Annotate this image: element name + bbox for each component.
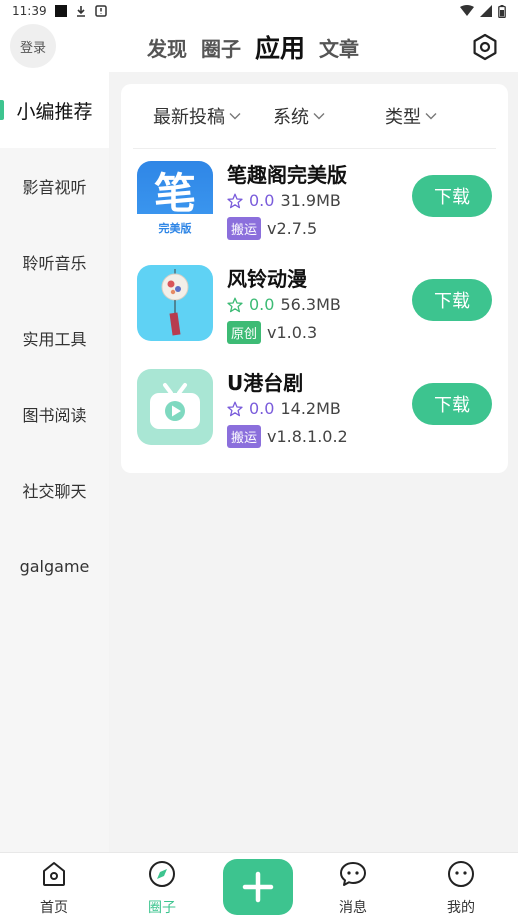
- category-sidebar: 小编推荐 影音视听 聆听音乐 实用工具 图书阅读 社交聊天 galgame: [0, 72, 109, 852]
- app-tags: 搬运 v2.7.5: [227, 217, 317, 240]
- chevron-down-icon: [229, 113, 241, 120]
- tv-play-icon: [150, 383, 200, 429]
- download-button[interactable]: 下载: [412, 383, 492, 425]
- sidebar-item-label: 影音视听: [22, 178, 87, 197]
- tab-apps[interactable]: 应用: [255, 29, 305, 65]
- top-tabs: 发现 圈子 应用 文章: [147, 22, 359, 72]
- app-size: 56.3MB: [280, 295, 341, 314]
- status-time: 11:39: [12, 4, 47, 18]
- list-item[interactable]: 笔 完美版 笔趣阁完美版 0.0 31.9MB 搬运 v2.7.5 下载: [121, 149, 508, 253]
- chevron-down-icon: [425, 113, 437, 120]
- download-button[interactable]: 下载: [412, 279, 492, 321]
- tab-label: 我的: [447, 900, 475, 916]
- app-icon-biquge: 笔 完美版: [137, 161, 213, 237]
- tag-badge: 搬运: [227, 425, 262, 448]
- top-header: 登录 发现 圈子 应用 文章: [0, 22, 518, 72]
- app-icon-glyph: 笔: [154, 169, 196, 218]
- wind-chime-icon: [161, 269, 189, 336]
- message-icon: [340, 862, 366, 886]
- tab-circle-bottom[interactable]: 圈子: [132, 859, 192, 917]
- app-icon-ugangtaiju: [137, 369, 213, 445]
- sidebar-item-label: 图书阅读: [22, 406, 87, 425]
- battery-icon: [498, 4, 506, 18]
- filter-sort[interactable]: 最新投稿: [153, 103, 241, 129]
- app-name: 笔趣阁完美版: [227, 163, 347, 187]
- sidebar-item-reading[interactable]: 图书阅读: [0, 376, 109, 452]
- home-icon: [43, 862, 65, 886]
- notification-icon: [54, 5, 67, 17]
- sidebar-item-label: 小编推荐: [16, 100, 93, 123]
- download-button[interactable]: 下载: [412, 175, 492, 217]
- download-icon: [76, 6, 85, 17]
- tag-badge: 原创: [227, 321, 262, 344]
- sidebar-item-label: galgame: [19, 556, 90, 576]
- sidebar-item-editor-picks[interactable]: 小编推荐: [0, 72, 109, 148]
- app-version: v2.7.5: [267, 219, 318, 238]
- tab-profile[interactable]: 我的: [431, 859, 491, 917]
- status-bar: 11:39: [0, 0, 518, 22]
- sidebar-item-label: 聆听音乐: [22, 254, 87, 273]
- app-meta: 0.0 31.9MB: [227, 191, 341, 210]
- app-rating: 0.0: [249, 295, 275, 314]
- tab-label: 圈子: [148, 900, 176, 916]
- tab-messages[interactable]: 消息: [323, 859, 383, 917]
- app-rating: 0.0: [249, 191, 275, 210]
- app-version: v1.8.1.0.2: [267, 427, 348, 446]
- sidebar-item-label: 实用工具: [22, 330, 87, 349]
- filter-type[interactable]: 类型: [385, 103, 437, 129]
- sidebar-item-video[interactable]: 影音视听: [0, 148, 109, 224]
- app-name: U港台剧: [227, 371, 304, 395]
- sidebar-item-galgame[interactable]: galgame: [0, 528, 109, 604]
- app-icon-fengling: [137, 265, 213, 341]
- tab-circle[interactable]: 圈子: [201, 33, 241, 62]
- app-list-card: 最新投稿 系统 类型 笔 完美版 笔趣阁完美版 0.0 31.9MB 搬运 v2…: [121, 84, 508, 473]
- sidebar-item-social[interactable]: 社交聊天: [0, 452, 109, 528]
- star-icon: [227, 297, 243, 312]
- create-post-button[interactable]: [223, 859, 293, 915]
- filter-system[interactable]: 系统: [273, 103, 325, 129]
- app-icon-subtitle: 完美版: [159, 221, 192, 235]
- tab-home[interactable]: 首页: [24, 859, 84, 917]
- tag-badge: 搬运: [227, 217, 262, 240]
- filter-bar: 最新投稿 系统 类型: [133, 84, 496, 149]
- app-size: 14.2MB: [280, 399, 341, 418]
- wifi-icon: [460, 5, 474, 16]
- app-meta: 0.0 14.2MB: [227, 399, 341, 418]
- sidebar-item-music[interactable]: 聆听音乐: [0, 224, 109, 300]
- sidebar-item-tools[interactable]: 实用工具: [0, 300, 109, 376]
- app-icon-graphic: 笔 完美版: [154, 169, 196, 235]
- bottom-tab-bar: 首页 圈子 消息 我的: [0, 852, 518, 920]
- star-icon: [227, 401, 243, 416]
- compass-icon: [149, 861, 175, 887]
- plus-icon: [242, 871, 274, 903]
- tab-label: 首页: [40, 900, 68, 916]
- alert-icon: [94, 5, 107, 17]
- filter-label: 最新投稿: [153, 107, 225, 128]
- app-tags: 原创 v1.0.3: [227, 321, 317, 344]
- list-item[interactable]: 风铃动漫 0.0 56.3MB 原创 v1.0.3 下载: [121, 253, 508, 357]
- app-tags: 搬运 v1.8.1.0.2: [227, 425, 348, 448]
- list-item[interactable]: U港台剧 0.0 14.2MB 搬运 v1.8.1.0.2 下载: [121, 357, 508, 461]
- signal-icon: [480, 5, 492, 17]
- app-rating: 0.0: [249, 399, 275, 418]
- settings-icon[interactable]: [470, 32, 500, 62]
- sidebar-item-label: 社交聊天: [22, 482, 87, 501]
- tab-articles[interactable]: 文章: [319, 33, 359, 62]
- app-size: 31.9MB: [280, 191, 341, 210]
- profile-icon: [448, 861, 474, 887]
- filter-label: 类型: [385, 107, 421, 128]
- star-icon: [227, 193, 243, 208]
- login-button[interactable]: 登录: [10, 24, 56, 68]
- filter-label: 系统: [273, 107, 309, 128]
- chevron-down-icon: [313, 113, 325, 120]
- app-name: 风铃动漫: [227, 267, 307, 291]
- app-version: v1.0.3: [267, 323, 318, 342]
- app-meta: 0.0 56.3MB: [227, 295, 341, 314]
- tab-discover[interactable]: 发现: [147, 33, 187, 62]
- tab-label: 消息: [339, 900, 367, 916]
